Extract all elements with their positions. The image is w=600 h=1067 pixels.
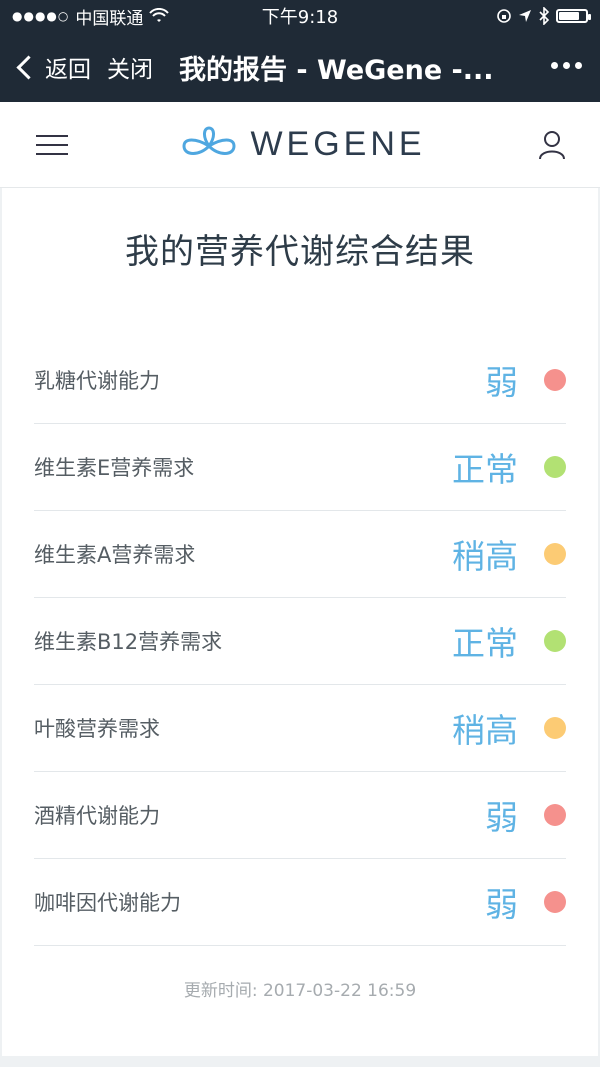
menu-icon[interactable]	[36, 128, 68, 162]
battery-fill	[559, 12, 579, 20]
status-dot-icon	[544, 891, 566, 913]
back-label: 返回	[45, 57, 91, 83]
bluetooth-icon	[539, 7, 550, 25]
more-dot-icon	[551, 62, 558, 69]
chevron-left-icon	[16, 54, 41, 80]
carrier-label: 中国联通	[75, 8, 144, 29]
result-value: 稍高	[452, 711, 518, 750]
location-icon	[519, 10, 531, 22]
close-button[interactable]: 关闭	[107, 50, 153, 84]
result-value: 弱	[485, 798, 518, 837]
status-dot-icon	[544, 804, 566, 826]
rotation-lock-icon	[497, 9, 511, 23]
more-options-button[interactable]	[551, 62, 582, 69]
status-left: ●●●●○ 中国联通	[12, 4, 170, 29]
result-row[interactable]: 乳糖代谢能力 弱	[34, 337, 566, 424]
page-title-bar: 我的报告 - WeGene -...	[179, 54, 494, 86]
result-label: 酒精代谢能力	[34, 804, 160, 828]
status-dot-icon	[544, 369, 566, 391]
status-bar: ●●●●○ 中国联通 下午9:18	[0, 0, 600, 32]
result-row[interactable]: 维生素E营养需求 正常	[34, 424, 566, 511]
battery-icon	[556, 9, 591, 23]
brand-logo[interactable]: WEGENE	[180, 125, 425, 164]
app-header: WEGENE	[0, 102, 600, 188]
result-row[interactable]: 咖啡因代谢能力 弱	[34, 859, 566, 946]
result-value: 弱	[485, 885, 518, 924]
result-label: 维生素E营养需求	[34, 456, 195, 480]
result-value: 稍高	[452, 537, 518, 576]
report-title: 我的营养代谢综合结果	[125, 232, 475, 272]
result-label: 咖啡因代谢能力	[34, 891, 181, 915]
brand-name: WEGENE	[250, 125, 426, 163]
more-dot-icon	[575, 62, 582, 69]
status-dot-icon	[544, 543, 566, 565]
wechat-nav-bar: 返回 关闭 我的报告 - WeGene -...	[0, 32, 600, 102]
wifi-icon	[149, 8, 170, 22]
updated-time: 更新时间: 2017-03-22 16:59	[183, 981, 417, 1001]
result-value: 弱	[485, 363, 518, 402]
result-row[interactable]: 维生素A营养需求 稍高	[34, 511, 566, 598]
result-label: 乳糖代谢能力	[34, 369, 160, 393]
user-icon[interactable]	[538, 129, 566, 161]
result-row[interactable]: 维生素B12营养需求 正常	[34, 598, 566, 685]
report-card: 我的营养代谢综合结果 乳糖代谢能力弱维生素E营养需求 正常 维生素A营养需求 稍高 维生…	[2, 188, 598, 1056]
result-label: 维生素B12营养需求	[34, 630, 223, 654]
status-dot-icon	[544, 630, 566, 652]
result-row[interactable]: 叶酸营养需求 稍高	[34, 685, 566, 772]
wegene-logo-icon	[182, 125, 236, 155]
more-dot-icon	[563, 62, 570, 69]
result-value: 正常	[452, 450, 518, 489]
result-label: 叶酸营养需求	[34, 717, 160, 741]
result-row[interactable]: 酒精代谢能力 弱	[34, 772, 566, 859]
status-dot-icon	[544, 717, 566, 739]
status-dot-icon	[544, 456, 566, 478]
back-button[interactable]: 返回	[14, 50, 91, 84]
result-value: 正常	[452, 624, 518, 663]
result-list: 乳糖代谢能力弱维生素E营养需求 正常 维生素A营养需求 稍高 维生素B12营养需求 正常叶…	[34, 337, 566, 946]
status-right	[496, 7, 591, 25]
result-label: 维生素A营养需求	[34, 543, 196, 567]
signal-icon: ●●●●○	[12, 9, 70, 23]
